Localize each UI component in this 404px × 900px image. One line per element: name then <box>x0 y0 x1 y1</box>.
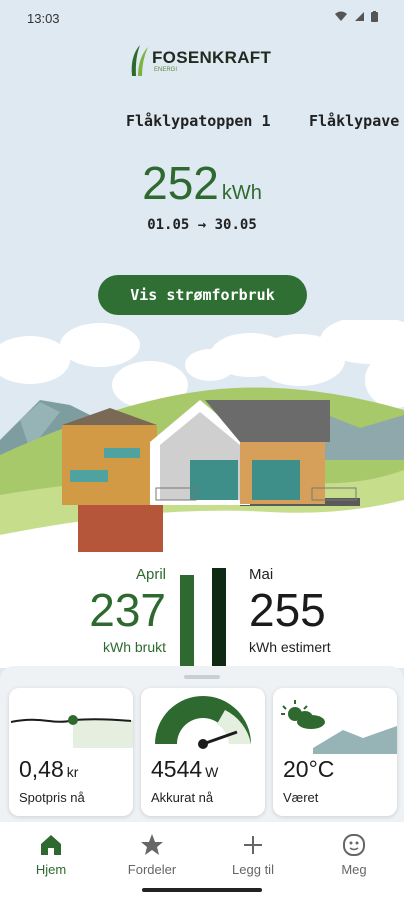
brand-name: FOSENKRAFT <box>152 48 272 67</box>
star-icon <box>141 834 163 855</box>
weather-value: 20°C <box>283 756 335 782</box>
nav-add-label: Legg til <box>232 862 274 877</box>
site-tabs: Flåklypatoppen 1 Flåklypave <box>0 112 404 134</box>
current-month-bar <box>212 568 226 668</box>
power-now-card[interactable]: 4544 W Akkurat nå <box>141 688 265 816</box>
brand-sub: ENERGI <box>154 67 178 73</box>
partly-cloudy-icon <box>281 700 397 754</box>
status-icons <box>334 11 378 22</box>
weather-label: Været <box>283 790 319 805</box>
home-icon <box>41 835 61 855</box>
current-month-unit: kWh estimert <box>249 639 331 655</box>
status-time: 13:03 <box>27 11 60 26</box>
spot-price-value: 0,48 kr <box>19 756 79 782</box>
face-icon <box>343 834 365 856</box>
power-now-value: 4544 W <box>151 756 219 782</box>
site-tab[interactable]: Flåklypave <box>309 112 399 130</box>
spot-price-card[interactable]: 0,48 kr Spotpris nå <box>9 688 133 816</box>
spot-price-line-icon <box>10 715 133 748</box>
status-bar: 13:03 <box>0 0 404 34</box>
previous-month-value: 237 <box>89 584 166 636</box>
home-indicator <box>142 888 262 892</box>
battery-icon <box>371 11 378 22</box>
house-illustration <box>0 320 404 570</box>
nav-home-label: Hjem <box>35 862 67 877</box>
plus-icon <box>244 836 262 854</box>
show-consumption-button[interactable]: Vis strømforbruk <box>98 275 307 315</box>
nav-fordeler[interactable]: Fordeler <box>112 832 192 877</box>
nav-home[interactable]: Hjem <box>11 832 91 877</box>
weather-card[interactable]: 20°C Været <box>273 688 397 816</box>
power-now-label: Akkurat nå <box>151 790 214 805</box>
usage-summary: 252 kWh <box>0 156 404 210</box>
nav-add[interactable]: Legg til <box>213 832 293 877</box>
power-gauge-icon <box>155 696 251 749</box>
monthly-stats: April 237 kWh brukt Mai 255 kWh estimert <box>0 558 404 668</box>
site-tab-active[interactable]: Flåklypatoppen 1 <box>126 112 271 130</box>
sheet-drag-handle[interactable] <box>184 675 220 679</box>
current-month-value: 255 <box>249 584 326 636</box>
nav-meg[interactable]: Meg <box>314 832 394 877</box>
current-month-stat: Mai 255 kWh estimert <box>249 566 331 655</box>
usage-value: 252 <box>142 157 219 209</box>
previous-month-stat: April 237 kWh brukt <box>89 566 166 655</box>
usage-period: 01.05 → 30.05 <box>147 217 257 233</box>
nav-meg-label: Meg <box>341 862 367 877</box>
usage-unit: kWh <box>221 182 262 204</box>
current-month-label: Mai <box>249 566 274 583</box>
spot-price-label: Spotpris nå <box>19 790 85 805</box>
previous-month-label: April <box>135 566 166 583</box>
wifi-icon <box>335 11 347 21</box>
previous-month-unit: kWh brukt <box>102 639 166 655</box>
nav-fordeler-label: Fordeler <box>127 862 177 877</box>
previous-month-bar <box>180 575 194 668</box>
brand-logo: FOSENKRAFT ENERGI <box>128 42 278 78</box>
brand-leaf-icon <box>131 45 148 76</box>
signal-icon <box>355 12 364 21</box>
